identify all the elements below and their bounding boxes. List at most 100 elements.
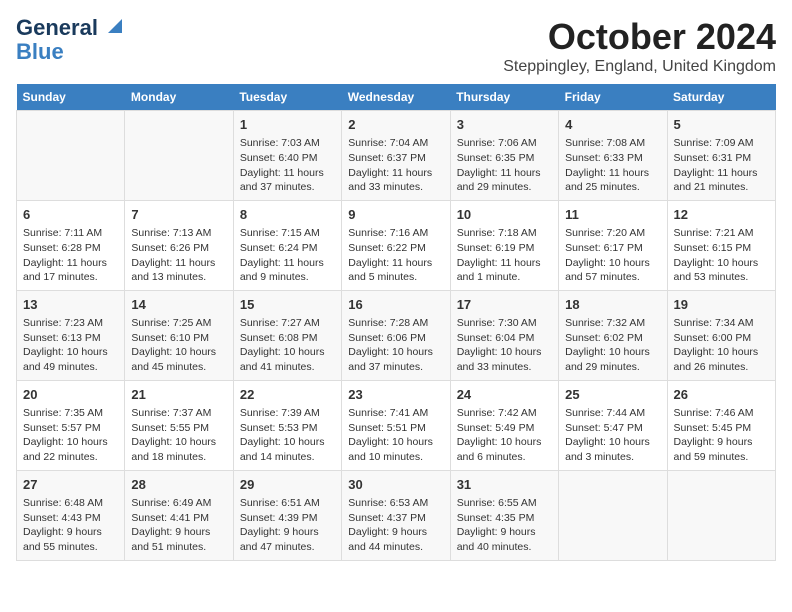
calendar-cell: 9Sunrise: 7:16 AM Sunset: 6:22 PM Daylig…: [342, 200, 450, 290]
calendar-cell: 11 Sunrise: 7:20 AM Sunset: 6:17 PM Dayli…: [559, 200, 667, 290]
calendar-cell: 30Sunrise: 6:53 AM Sunset: 4:37 PM Dayli…: [342, 470, 450, 560]
day-number: 13: [23, 296, 118, 314]
calendar-cell: 10 Sunrise: 7:18 AM Sunset: 6:19 PM Dayli…: [450, 200, 558, 290]
calendar-cell: 23 Sunrise: 7:41 AM Sunset: 5:51 PM Dayli…: [342, 380, 450, 470]
day-number: 27: [23, 476, 118, 494]
calendar-cell: 2Sunrise: 7:04 AM Sunset: 6:37 PM Daylig…: [342, 111, 450, 201]
calendar-cell: 1 Sunrise: 7:03 AM Sunset: 6:40 PM Daylig…: [233, 111, 341, 201]
day-number: 8: [240, 206, 335, 224]
week-row-1: 1 Sunrise: 7:03 AM Sunset: 6:40 PM Daylig…: [17, 111, 776, 201]
day-number: 1: [240, 116, 335, 134]
day-number: 25: [565, 386, 660, 404]
calendar-cell: 6 Sunrise: 7:11 AM Sunset: 6:28 PM Daylig…: [17, 200, 125, 290]
calendar-cell: 31 Sunrise: 6:55 AM Sunset: 4:35 PM Dayli…: [450, 470, 558, 560]
cell-content: Sunrise: 6:51 AM Sunset: 4:39 PM Dayligh…: [240, 496, 335, 555]
day-number: 31: [457, 476, 552, 494]
day-number: 18: [565, 296, 660, 314]
logo-general: General: [16, 16, 98, 40]
cell-content: Sunrise: 6:49 AM Sunset: 4:41 PM Dayligh…: [131, 496, 226, 555]
calendar-cell: 18 Sunrise: 7:32 AM Sunset: 6:02 PM Dayli…: [559, 290, 667, 380]
calendar-cell: 5 Sunrise: 7:09 AM Sunset: 6:31 PM Daylig…: [667, 111, 775, 201]
cell-content: Sunrise: 7:35 AM Sunset: 5:57 PM Dayligh…: [23, 406, 118, 465]
calendar-cell: 15 Sunrise: 7:27 AM Sunset: 6:08 PM Dayli…: [233, 290, 341, 380]
cell-content: Sunrise: 7:44 AM Sunset: 5:47 PM Dayligh…: [565, 406, 660, 465]
column-header-saturday: Saturday: [667, 84, 775, 111]
day-number: 22: [240, 386, 335, 404]
calendar-cell: 24 Sunrise: 7:42 AM Sunset: 5:49 PM Dayli…: [450, 380, 558, 470]
calendar-header-row: SundayMondayTuesdayWednesdayThursdayFrid…: [17, 84, 776, 111]
calendar-cell: 16 Sunrise: 7:28 AM Sunset: 6:06 PM Dayli…: [342, 290, 450, 380]
day-number: 21: [131, 386, 226, 404]
cell-content: Sunrise: 7:27 AM Sunset: 6:08 PM Dayligh…: [240, 316, 335, 375]
cell-content: Sunrise: 7:06 AM Sunset: 6:35 PM Dayligh…: [457, 136, 552, 195]
week-row-2: 6 Sunrise: 7:11 AM Sunset: 6:28 PM Daylig…: [17, 200, 776, 290]
cell-content: Sunrise: 7:32 AM Sunset: 6:02 PM Dayligh…: [565, 316, 660, 375]
cell-content: Sunrise: 7:09 AM Sunset: 6:31 PM Dayligh…: [674, 136, 769, 195]
cell-content: Sunrise: 7:23 AM Sunset: 6:13 PM Dayligh…: [23, 316, 118, 375]
calendar-cell: 28 Sunrise: 6:49 AM Sunset: 4:41 PM Dayli…: [125, 470, 233, 560]
calendar-table: SundayMondayTuesdayWednesdayThursdayFrid…: [16, 84, 776, 561]
calendar-cell: 21 Sunrise: 7:37 AM Sunset: 5:55 PM Dayli…: [125, 380, 233, 470]
day-number: 19: [674, 296, 769, 314]
calendar-cell: 13 Sunrise: 7:23 AM Sunset: 6:13 PM Dayli…: [17, 290, 125, 380]
cell-content: Sunrise: 7:30 AM Sunset: 6:04 PM Dayligh…: [457, 316, 552, 375]
day-number: 10: [457, 206, 552, 224]
logo: General Blue: [16, 16, 122, 64]
day-number: 7: [131, 206, 226, 224]
week-row-3: 13 Sunrise: 7:23 AM Sunset: 6:13 PM Dayli…: [17, 290, 776, 380]
column-header-sunday: Sunday: [17, 84, 125, 111]
calendar-cell: 14 Sunrise: 7:25 AM Sunset: 6:10 PM Dayli…: [125, 290, 233, 380]
cell-content: Sunrise: 7:39 AM Sunset: 5:53 PM Dayligh…: [240, 406, 335, 465]
day-number: 6: [23, 206, 118, 224]
day-number: 4: [565, 116, 660, 134]
cell-content: Sunrise: 6:53 AM Sunset: 4:37 PM Dayligh…: [348, 496, 443, 555]
logo-blue: Blue: [16, 40, 64, 64]
cell-content: Sunrise: 7:42 AM Sunset: 5:49 PM Dayligh…: [457, 406, 552, 465]
day-number: 3: [457, 116, 552, 134]
cell-content: Sunrise: 7:41 AM Sunset: 5:51 PM Dayligh…: [348, 406, 443, 465]
day-number: 16: [348, 296, 443, 314]
cell-content: Sunrise: 7:15 AM Sunset: 6:24 PM Dayligh…: [240, 226, 335, 285]
calendar-cell: 7 Sunrise: 7:13 AM Sunset: 6:26 PM Daylig…: [125, 200, 233, 290]
cell-content: Sunrise: 7:28 AM Sunset: 6:06 PM Dayligh…: [348, 316, 443, 375]
cell-content: Sunrise: 7:18 AM Sunset: 6:19 PM Dayligh…: [457, 226, 552, 285]
calendar-cell: 8 Sunrise: 7:15 AM Sunset: 6:24 PM Daylig…: [233, 200, 341, 290]
day-number: 11: [565, 206, 660, 224]
cell-content: Sunrise: 7:11 AM Sunset: 6:28 PM Dayligh…: [23, 226, 118, 285]
title-area: October 2024 Steppingley, England, Unite…: [503, 16, 776, 76]
day-number: 20: [23, 386, 118, 404]
day-number: 28: [131, 476, 226, 494]
cell-content: Sunrise: 7:13 AM Sunset: 6:26 PM Dayligh…: [131, 226, 226, 285]
cell-content: Sunrise: 7:25 AM Sunset: 6:10 PM Dayligh…: [131, 316, 226, 375]
day-number: 24: [457, 386, 552, 404]
calendar-cell: [17, 111, 125, 201]
calendar-cell: 12 Sunrise: 7:21 AM Sunset: 6:15 PM Dayli…: [667, 200, 775, 290]
cell-content: Sunrise: 7:03 AM Sunset: 6:40 PM Dayligh…: [240, 136, 335, 195]
cell-content: Sunrise: 7:16 AM Sunset: 6:22 PM Dayligh…: [348, 226, 443, 285]
day-number: 29: [240, 476, 335, 494]
cell-content: Sunrise: 7:37 AM Sunset: 5:55 PM Dayligh…: [131, 406, 226, 465]
page-header: General Blue October 2024 Steppingley, E…: [16, 16, 776, 76]
calendar-cell: 26Sunrise: 7:46 AM Sunset: 5:45 PM Dayli…: [667, 380, 775, 470]
week-row-4: 20 Sunrise: 7:35 AM Sunset: 5:57 PM Dayli…: [17, 380, 776, 470]
day-number: 14: [131, 296, 226, 314]
calendar-cell: 17Sunrise: 7:30 AM Sunset: 6:04 PM Dayli…: [450, 290, 558, 380]
column-header-friday: Friday: [559, 84, 667, 111]
day-number: 5: [674, 116, 769, 134]
calendar-cell: [125, 111, 233, 201]
cell-content: Sunrise: 7:08 AM Sunset: 6:33 PM Dayligh…: [565, 136, 660, 195]
day-number: 26: [674, 386, 769, 404]
location: Steppingley, England, United Kingdom: [503, 58, 776, 76]
day-number: 15: [240, 296, 335, 314]
column-header-thursday: Thursday: [450, 84, 558, 111]
cell-content: Sunrise: 7:04 AM Sunset: 6:37 PM Dayligh…: [348, 136, 443, 195]
cell-content: Sunrise: 6:48 AM Sunset: 4:43 PM Dayligh…: [23, 496, 118, 555]
day-number: 23: [348, 386, 443, 404]
calendar-cell: 25 Sunrise: 7:44 AM Sunset: 5:47 PM Dayli…: [559, 380, 667, 470]
cell-content: Sunrise: 6:55 AM Sunset: 4:35 PM Dayligh…: [457, 496, 552, 555]
day-number: 12: [674, 206, 769, 224]
cell-content: Sunrise: 7:21 AM Sunset: 6:15 PM Dayligh…: [674, 226, 769, 285]
cell-content: Sunrise: 7:20 AM Sunset: 6:17 PM Dayligh…: [565, 226, 660, 285]
week-row-5: 27 Sunrise: 6:48 AM Sunset: 4:43 PM Dayli…: [17, 470, 776, 560]
column-header-tuesday: Tuesday: [233, 84, 341, 111]
